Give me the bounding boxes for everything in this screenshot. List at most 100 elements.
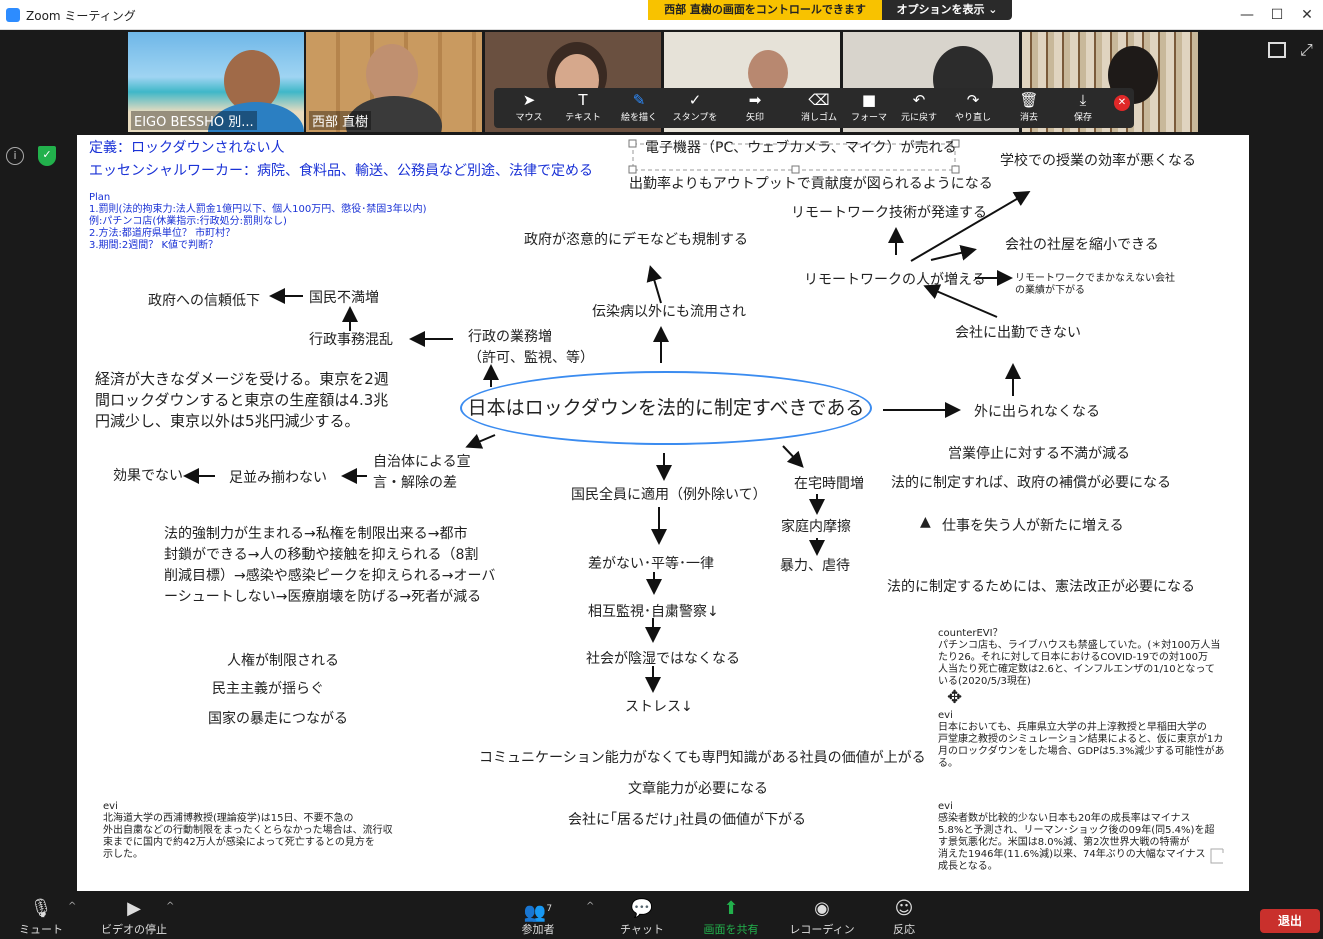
tool-stamp[interactable]: ✓ スタンプを	[668, 88, 722, 128]
share-label: 画面を共有	[703, 923, 759, 936]
tool-label: スタンプを	[672, 113, 718, 123]
counter-evidence-text: counterEVI？ パチンコ店も、ライブハウスも禁盛していた。(＊対100万…	[938, 628, 1221, 687]
move-cursor-icon: ✥	[947, 687, 963, 708]
undo-icon: ↶	[912, 91, 926, 109]
tool-undo[interactable]: ↶ 元に戻す	[892, 88, 946, 128]
participant-face	[366, 44, 418, 104]
tool-clear[interactable]: 🗑 消去	[1002, 88, 1056, 128]
stamp-icon: ✓	[688, 91, 702, 109]
participants-icon: 👥7	[523, 902, 553, 923]
node-office-shrink: 会社の社屋を縮小できる	[1005, 237, 1159, 253]
security-shield-icon[interactable]: ✓	[38, 146, 56, 166]
node-legal-force: 法的強制力が生まれる→私権を制限出来る→都市 封鎖ができる→人の移動や接触を抑え…	[164, 526, 496, 605]
node-trust-down: 政府への信頼低下	[148, 293, 260, 309]
participant-tile[interactable]: EIGO BESSHO 別...	[128, 32, 304, 132]
node-constitution: 法的に制定するためには、憲法改正が必要になる	[887, 579, 1195, 595]
tool-label: 絵を描く	[620, 113, 657, 123]
node-not-gloomy: 社会が陰湿ではなくなる	[586, 651, 740, 667]
central-topic: 日本はロックダウンを法的に制定すべきである	[460, 371, 872, 445]
remote-control-banner: 西部 直樹の画面をコントロールできます	[648, 0, 882, 20]
node-economy: 経済が大きなダメージを受ける。東京を2週 間ロックダウンすると東京の生産額は4.…	[95, 370, 389, 430]
tool-eraser[interactable]: ⌫ 消しゴム	[792, 88, 846, 128]
meeting-controls-bar: 🎙 ミュート ^ ▶ ビデオの停止 ^ 👥7 参加者 ^ 💬 チャット ⬆ 画面…	[0, 893, 1323, 939]
tool-label: フォーマ	[850, 113, 887, 123]
gallery-view-icon[interactable]	[1268, 42, 1286, 58]
node-school: 学校での授業の効率が悪くなる	[1000, 153, 1196, 169]
mouse-icon: ➤	[522, 91, 536, 109]
participant-name: EIGO BESSHO 別...	[131, 111, 257, 130]
node-stress: ストレス↓	[625, 699, 693, 715]
maximize-button[interactable]: ☐	[1266, 4, 1288, 26]
node-job-loss: 仕事を失う人が新たに増える	[942, 518, 1124, 534]
chat-label: チャット	[620, 923, 664, 936]
node-no-diff: 差がない･平等･一律	[588, 556, 714, 572]
participant-name: 西部 直樹	[309, 111, 372, 130]
node-democracy: 民主主義が揺らぐ	[212, 681, 324, 697]
evidence-right-2: evi 感染者数が比較的少ない日本も20年の成長率はマイナス 5.8%と予測され…	[938, 801, 1215, 872]
participant-count: 7	[546, 904, 553, 914]
zoom-logo-icon	[6, 8, 20, 22]
annotation-toolbar: ➤ マウス T テキスト ✎ 絵を描く ✓ スタンプを ➡ 矢印 ⌫ 消しゴム ■ フォーマ …	[494, 88, 1134, 128]
microphone-icon: 🎙	[29, 898, 53, 919]
node-business-stop: 営業停止に対する不満が減る	[948, 446, 1130, 462]
record-icon: ◉	[814, 898, 830, 919]
video-options-caret[interactable]: ^	[166, 901, 174, 912]
tool-save[interactable]: ⤓ 保存	[1056, 88, 1110, 128]
share-screen-icon: ⬆	[723, 898, 739, 919]
tool-label: 矢印	[745, 113, 764, 123]
tool-label: 元に戻す	[900, 113, 937, 123]
fullscreen-icon[interactable]: ⤢	[1300, 40, 1318, 59]
mute-button[interactable]: 🎙 ミュート	[16, 897, 66, 937]
record-button[interactable]: ◉ レコーディング	[784, 897, 860, 939]
node-rights: 人権が制限される	[227, 653, 339, 669]
node-local-gov: 自治体による宣 言・解除の差	[373, 454, 471, 491]
view-options-button[interactable]: オプションを表示 ⌄	[882, 0, 1012, 20]
evidence-right-1: evi 日本においても、兵庫県立大学の井上淳教授と早稲田大学の 戸堂康之教授のシ…	[938, 710, 1225, 769]
plan-text: Plan 1.罰則(法的拘束力:法人罰金1億円以下、個人100万円、懲役･禁固3…	[89, 192, 427, 251]
chat-bubble-icon: 💬	[630, 898, 654, 919]
node-not-aligned: 足並み揃わない	[229, 470, 327, 486]
node-ineffective: 効果でない	[113, 468, 183, 484]
node-comm-skill: コミュニケーション能力がなくても専門知識がある社員の価値が上がる	[479, 750, 926, 766]
definition-text: 定義：ロックダウンされない人	[89, 140, 285, 156]
participants-options-caret[interactable]: ^	[586, 901, 594, 912]
node-family-friction: 家庭内摩擦	[781, 519, 851, 535]
node-abuse-govt: 政府が恣意的にデモなども規制する	[524, 232, 748, 248]
tool-format[interactable]: ■ フォーマ	[842, 88, 896, 128]
arrow-icon: ➡	[748, 91, 762, 109]
participants-label: 参加者	[521, 923, 555, 936]
meeting-info-icon[interactable]: i	[6, 147, 24, 165]
stop-video-button[interactable]: ▶ ビデオの停止	[96, 897, 172, 937]
node-admin-work: 行政の業務増 （許可、監視、等）	[468, 329, 594, 366]
tool-label: マウス	[515, 113, 543, 123]
reactions-button[interactable]: ☺ 反応	[880, 897, 928, 937]
text-icon: T	[578, 91, 588, 109]
tool-text[interactable]: T テキスト	[556, 88, 610, 128]
chat-button[interactable]: 💬 チャット	[616, 897, 668, 937]
participants-button[interactable]: 👥7 参加者	[510, 897, 566, 937]
node-no-commute: 会社に出勤できない	[955, 325, 1081, 341]
record-label: レコーディング	[789, 923, 855, 936]
tool-mouse[interactable]: ➤ マウス	[502, 88, 556, 128]
video-camera-icon: ▶	[127, 898, 141, 919]
caret-mark: ▲	[920, 514, 931, 530]
close-window-button[interactable]: ✕	[1296, 4, 1318, 26]
tool-label: テキスト	[565, 113, 601, 123]
leave-meeting-button[interactable]: 退出	[1260, 909, 1320, 933]
participant-tile[interactable]: 西部 直樹	[306, 32, 482, 132]
essential-workers-text: エッセンシャルワーカー：病院、食料品、輸送、公務員など別途、法律で定める	[89, 163, 593, 179]
tool-draw[interactable]: ✎ 絵を描く	[612, 88, 666, 128]
share-screen-button[interactable]: ⬆ 画面を共有	[696, 897, 766, 937]
node-state-runaway: 国家の暴走につながる	[208, 711, 348, 727]
tool-label: 消しゴム	[800, 113, 837, 123]
tool-arrow[interactable]: ➡ 矢印	[728, 88, 782, 128]
close-annotation-button[interactable]: ✕	[1114, 95, 1130, 111]
format-icon: ■	[861, 91, 877, 109]
node-output: 出勤率よりもアウトプットで貢献度が図られるようになる	[629, 176, 993, 192]
minimize-button[interactable]: —	[1236, 4, 1258, 26]
audio-options-caret[interactable]: ^	[68, 901, 76, 912]
node-writing: 文章能力が必要になる	[628, 781, 768, 797]
tool-redo[interactable]: ↷ やり直し	[946, 88, 1000, 128]
draw-icon: ✎	[632, 91, 646, 109]
node-diverted: 伝染病以外にも流用され	[592, 304, 746, 320]
